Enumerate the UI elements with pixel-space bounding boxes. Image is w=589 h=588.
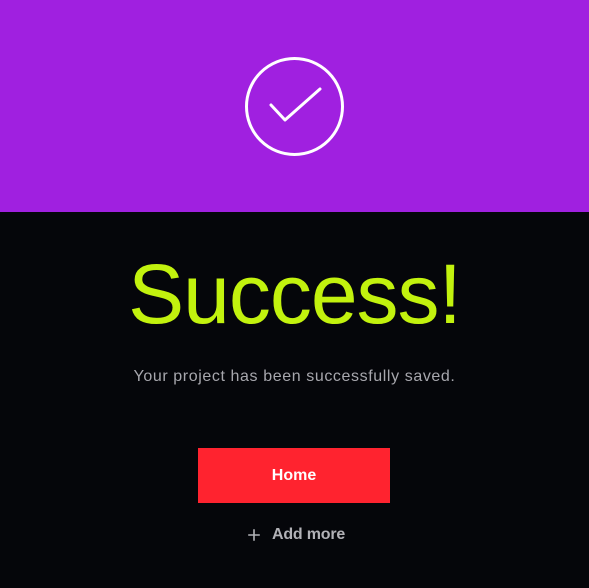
- add-more-button[interactable]: Add more: [246, 523, 345, 547]
- home-button[interactable]: Home: [198, 448, 390, 503]
- success-content: Success! Your project has been successfu…: [0, 212, 589, 588]
- success-title: Success!: [128, 247, 462, 341]
- success-header: [0, 0, 589, 212]
- success-message: Your project has been successfully saved…: [133, 368, 456, 385]
- check-circle-icon: [244, 56, 345, 157]
- plus-icon: [246, 527, 262, 543]
- add-more-label: Add more: [272, 526, 346, 543]
